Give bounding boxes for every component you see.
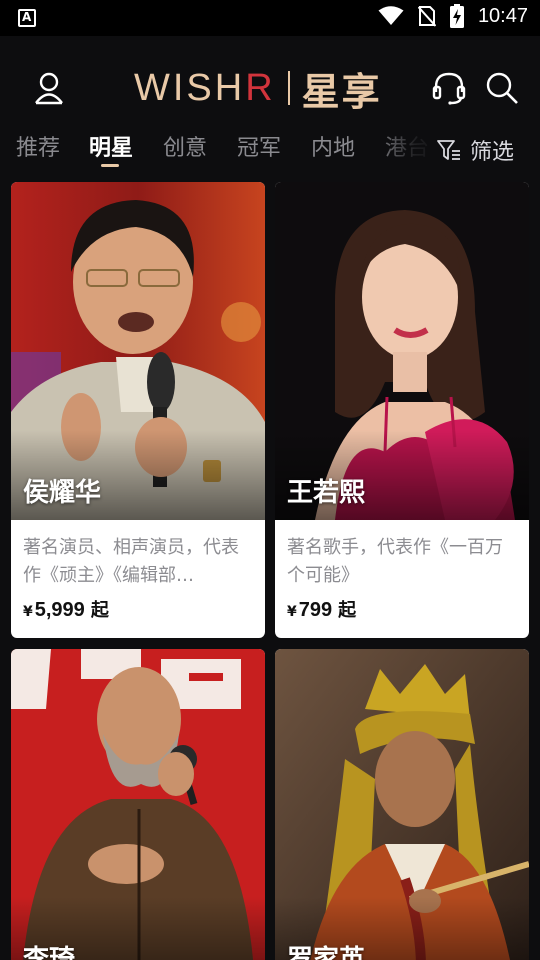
celebrity-description: 著名演员、相声演员，代表作《顽主》《编辑部…	[23, 537, 239, 586]
customer-service-headset-icon[interactable]	[431, 70, 467, 106]
price-amount: 5,999	[34, 599, 85, 621]
logo-chinese-name: 星享	[301, 69, 382, 114]
status-icons: 10:47	[378, 4, 528, 28]
status-bar: A 10:47	[0, 0, 540, 36]
celebrity-card[interactable]: 侯耀华 著名演员、相声演员，代表作《顽主》《编辑部… ¥ 5,999 起	[11, 182, 265, 638]
logo-wordmark: WISHR	[134, 66, 276, 109]
celebrity-description: 著名歌手，代表作《一百万个可能》	[287, 537, 503, 586]
active-tab-indicator	[101, 164, 119, 167]
battery-charging-icon	[449, 4, 464, 28]
search-icon[interactable]	[484, 70, 520, 106]
wifi-icon	[378, 6, 404, 25]
tab-mainland[interactable]: 内地	[311, 130, 355, 162]
app-logo: WISHR 星享	[134, 64, 382, 114]
celebrity-name: 王若熙	[287, 478, 366, 508]
accessibility-a-icon: A	[18, 9, 36, 27]
tab-creative[interactable]: 创意	[163, 130, 207, 162]
tab-champion[interactable]: 冠军	[237, 130, 281, 162]
price-amount: 799	[298, 599, 333, 621]
app-header: WISHR 星享	[0, 36, 540, 136]
celebrity-card[interactable]: 罗家英	[275, 649, 529, 960]
celebrity-name: 李琦	[23, 945, 76, 960]
celebrity-name: 罗家英	[287, 945, 366, 960]
category-tabs: 推荐 明星 创意 冠军 内地 港台 筛选	[0, 130, 540, 174]
currency-symbol: ¥	[287, 604, 297, 620]
price-suffix: 起	[90, 600, 109, 621]
no-sim-icon	[417, 6, 436, 27]
celebrity-photo	[11, 649, 265, 960]
celebrity-card[interactable]: 王若熙 著名歌手，代表作《一百万个可能》 ¥ 799 起	[275, 182, 529, 638]
status-time: 10:47	[477, 4, 528, 27]
tab-recommended[interactable]: 推荐	[16, 130, 60, 162]
filter-label: 筛选	[470, 140, 515, 165]
price-label: ¥ 5,999 起	[23, 596, 109, 622]
price-label: ¥ 799 起	[287, 596, 356, 622]
price-suffix: 起	[338, 600, 357, 621]
profile-icon[interactable]	[31, 70, 67, 106]
filter-icon	[437, 140, 460, 160]
filter-button[interactable]: 筛选	[436, 130, 514, 170]
celebrity-photo	[275, 182, 529, 520]
celebrity-photo	[11, 182, 265, 520]
celebrity-name: 侯耀华	[23, 478, 102, 508]
tab-celebrity[interactable]: 明星	[89, 130, 133, 162]
logo-divider	[287, 71, 290, 105]
celebrity-photo	[275, 649, 529, 960]
currency-symbol: ¥	[23, 604, 33, 620]
celebrity-card[interactable]: 李琦	[11, 649, 265, 960]
